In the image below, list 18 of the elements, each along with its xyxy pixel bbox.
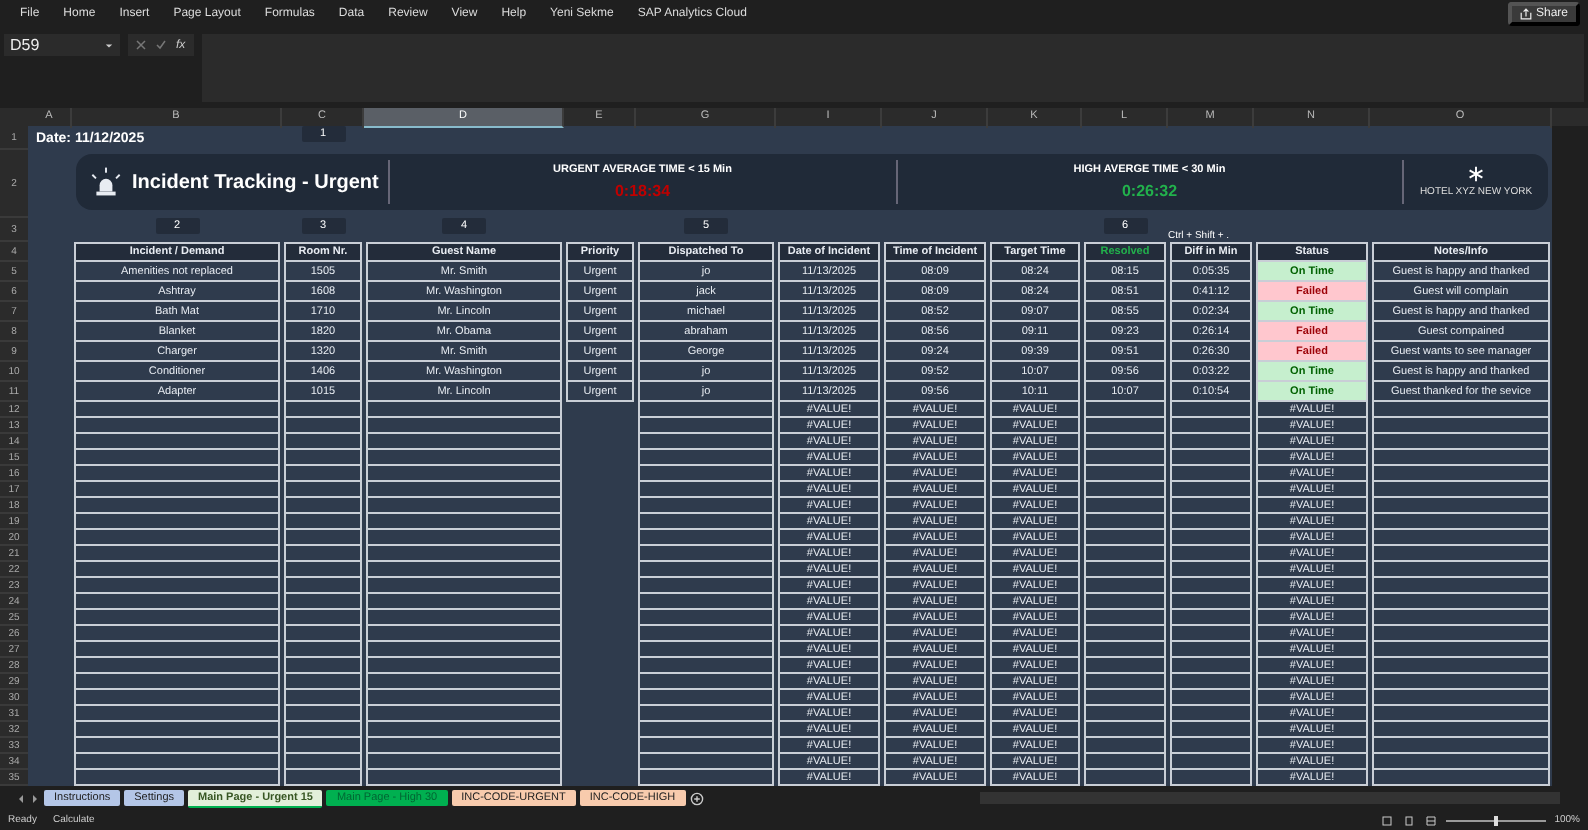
add-sheet-icon bbox=[689, 791, 704, 805]
share-icon bbox=[1519, 8, 1532, 20]
normal-view-icon bbox=[1380, 815, 1395, 825]
kpi-value: 0:18:34 bbox=[614, 182, 671, 200]
right-arrow-icon bbox=[30, 793, 40, 803]
left-arrow-icon bbox=[16, 793, 26, 803]
check-icon bbox=[156, 40, 166, 50]
page-break-icon bbox=[1424, 815, 1439, 825]
vertical-scrollbar[interactable] bbox=[1552, 126, 1588, 786]
zoom-thumb[interactable] bbox=[1494, 815, 1499, 825]
cancel-icon bbox=[136, 40, 146, 50]
page-layout-icon bbox=[1402, 815, 1417, 825]
siren-icon bbox=[88, 166, 124, 198]
caret-icon bbox=[104, 41, 114, 49]
kpi-value: 0:26:32 bbox=[1121, 182, 1178, 200]
page-title: Incident Tracking - Urgent bbox=[132, 171, 379, 193]
snowflake-icon bbox=[1468, 166, 1484, 182]
name-box[interactable]: D59 bbox=[4, 34, 120, 56]
